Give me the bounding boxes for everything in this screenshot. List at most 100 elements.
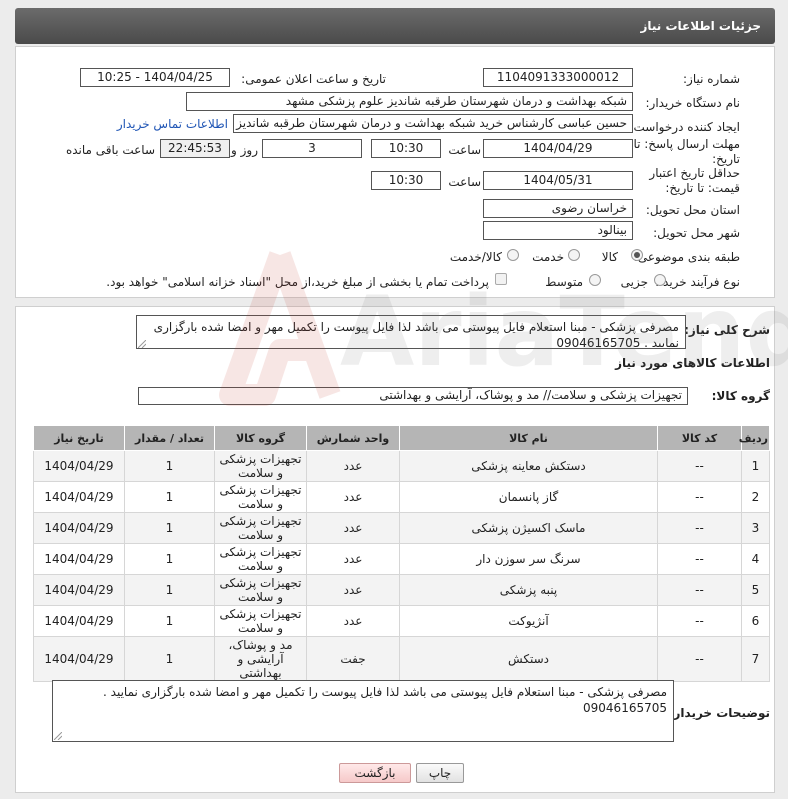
cell-code: -- bbox=[657, 574, 742, 606]
cell-name: دستکش bbox=[399, 636, 658, 682]
page-header: جزئیات اطلاعات نیاز bbox=[15, 8, 775, 44]
cell-name: دستکش معاینه پزشکی bbox=[399, 450, 658, 482]
cell-group: تجهیزات پزشکی و سلامت bbox=[214, 574, 307, 606]
cell-row: 1 bbox=[741, 450, 770, 482]
cell-qty: 1 bbox=[124, 450, 215, 482]
price-deadline-label: حداقل تاریخ اعتبار قیمت: تا تاریخ: bbox=[649, 166, 740, 195]
category-service-label: خدمت bbox=[532, 250, 564, 264]
col-qty: تعداد / مقدار bbox=[124, 425, 215, 451]
need-number-field: 1104091333000012 bbox=[483, 68, 633, 87]
requester-label: ایجاد کننده درخواست: bbox=[629, 120, 740, 134]
cell-unit: عدد bbox=[306, 543, 400, 575]
need-number-label: شماره نیاز: bbox=[683, 72, 740, 86]
summary-text: مصرفی پزشکی - مبنا استعلام فایل پیوستی م… bbox=[153, 320, 679, 349]
cell-row: 3 bbox=[741, 512, 770, 544]
cell-date: 1404/04/29 bbox=[33, 481, 125, 513]
cell-qty: 1 bbox=[124, 481, 215, 513]
cell-group: تجهیزات پزشکی و سلامت bbox=[214, 543, 307, 575]
cell-group: مد و پوشاک، آرایشی و بهداشتی bbox=[214, 636, 307, 682]
col-group: گروه کالا bbox=[214, 425, 307, 451]
days-field: 3 bbox=[262, 139, 362, 158]
purchase-type-label: نوع فرآیند خرید : bbox=[655, 275, 740, 289]
category-goods-radio[interactable] bbox=[631, 249, 643, 261]
table-row: 7 -- دستکش جفت مد و پوشاک، آرایشی و بهدا… bbox=[33, 636, 770, 682]
summary-textarea: مصرفی پزشکی - مبنا استعلام فایل پیوستی م… bbox=[136, 315, 686, 349]
cell-code: -- bbox=[657, 512, 742, 544]
cell-code: -- bbox=[657, 636, 742, 682]
province-field: خراسان رضوی bbox=[483, 199, 633, 218]
cell-group: تجهیزات پزشکی و سلامت bbox=[214, 512, 307, 544]
city-field: بینالود bbox=[483, 221, 633, 240]
cell-row: 5 bbox=[741, 574, 770, 606]
purchase-medium-label: متوسط bbox=[545, 275, 583, 289]
table-row: 5 -- پنبه پزشکی عدد تجهیزات پزشکی و سلام… bbox=[33, 574, 770, 606]
purchase-medium-radio[interactable] bbox=[589, 274, 601, 286]
goods-group-label: گروه کالا: bbox=[711, 389, 770, 403]
cell-row: 7 bbox=[741, 636, 770, 682]
cell-code: -- bbox=[657, 450, 742, 482]
reply-deadline-label: مهلت ارسال پاسخ: تا تاریخ: bbox=[633, 137, 740, 166]
price-time-label: ساعت bbox=[448, 175, 481, 189]
cell-name: پنبه پزشکی bbox=[399, 574, 658, 606]
summary-resize-icon bbox=[138, 340, 146, 348]
cell-name: آنژیوکت bbox=[399, 605, 658, 637]
reply-time-label: ساعت bbox=[448, 143, 481, 157]
cell-date: 1404/04/29 bbox=[33, 605, 125, 637]
cell-qty: 1 bbox=[124, 636, 215, 682]
goods-section-title: اطلاعات کالاهای مورد نیاز bbox=[615, 356, 770, 370]
city-label: شهر محل تحویل: bbox=[653, 226, 740, 240]
cell-qty: 1 bbox=[124, 574, 215, 606]
col-row: ردیف bbox=[739, 425, 770, 451]
cell-row: 2 bbox=[741, 481, 770, 513]
table-row: 4 -- سرنگ سر سوزن دار عدد تجهیزات پزشکی … bbox=[33, 543, 770, 575]
cell-date: 1404/04/29 bbox=[33, 574, 125, 606]
category-both-label: کالا/خدمت bbox=[449, 250, 502, 264]
back-button[interactable]: بازگشت bbox=[339, 763, 411, 783]
buyer-org-label: نام دستگاه خریدار: bbox=[645, 96, 741, 110]
category-both-radio[interactable] bbox=[507, 249, 519, 261]
table-row: 3 -- ماسک اکسیژن پزشکی عدد تجهیزات پزشکی… bbox=[33, 512, 770, 544]
price-date-field: 1404/05/31 bbox=[483, 171, 633, 190]
cell-unit: جفت bbox=[306, 636, 400, 682]
treasury-note: پرداخت تمام یا بخشی از مبلغ خرید،از محل … bbox=[106, 275, 489, 289]
col-name: نام کالا bbox=[399, 425, 658, 451]
cell-name: گاز پانسمان bbox=[399, 481, 658, 513]
buyer-notes-text: مصرفی پزشکی - مبنا استعلام فایل پیوستی م… bbox=[103, 685, 667, 715]
cell-group: تجهیزات پزشکی و سلامت bbox=[214, 481, 307, 513]
category-service-radio[interactable] bbox=[568, 249, 580, 261]
table-row: 6 -- آنژیوکت عدد تجهیزات پزشکی و سلامت 1… bbox=[33, 605, 770, 637]
buyer-contact-link[interactable]: اطلاعات تماس خریدار bbox=[117, 117, 228, 131]
cell-code: -- bbox=[657, 543, 742, 575]
buyer-notes-label: توضیحات خریدار: bbox=[668, 706, 770, 720]
cell-qty: 1 bbox=[124, 512, 215, 544]
cell-group: تجهیزات پزشکی و سلامت bbox=[214, 605, 307, 637]
reply-time-field: 10:30 bbox=[371, 139, 441, 158]
goods-group-field: تجهیزات پزشکی و سلامت// مد و پوشاک، آرای… bbox=[138, 387, 688, 405]
buyer-org-field: شبکه بهداشت و درمان شهرستان طرقبه شاندیز… bbox=[186, 92, 633, 111]
table-row: 1 -- دستکش معاینه پزشکی عدد تجهیزات پزشک… bbox=[33, 450, 770, 482]
province-label: استان محل تحویل: bbox=[645, 203, 740, 217]
page-title: جزئیات اطلاعات نیاز bbox=[640, 19, 761, 33]
announce-field: 1404/04/25 - 10:25 bbox=[80, 68, 230, 87]
cell-name: سرنگ سر سوزن دار bbox=[399, 543, 658, 575]
remaining-label: ساعت باقی مانده bbox=[65, 143, 155, 157]
cell-date: 1404/04/29 bbox=[33, 512, 125, 544]
purchase-partial-label: جزیی bbox=[620, 275, 648, 289]
treasury-checkbox[interactable] bbox=[495, 273, 507, 285]
cell-date: 1404/04/29 bbox=[33, 636, 125, 682]
print-button[interactable]: چاپ bbox=[416, 763, 464, 783]
cell-unit: عدد bbox=[306, 605, 400, 637]
col-code: کد کالا bbox=[657, 425, 742, 451]
purchase-partial-radio[interactable] bbox=[654, 274, 666, 286]
cell-group: تجهیزات پزشکی و سلامت bbox=[214, 450, 307, 482]
cell-row: 4 bbox=[741, 543, 770, 575]
buyer-notes-textarea: مصرفی پزشکی - مبنا استعلام فایل پیوستی م… bbox=[52, 680, 674, 742]
cell-code: -- bbox=[657, 481, 742, 513]
cell-unit: عدد bbox=[306, 574, 400, 606]
cell-unit: عدد bbox=[306, 512, 400, 544]
cell-date: 1404/04/29 bbox=[33, 450, 125, 482]
cell-row: 6 bbox=[741, 605, 770, 637]
price-time-field: 10:30 bbox=[371, 171, 441, 190]
category-label: طبقه بندی موضوعی: bbox=[633, 250, 740, 264]
col-date: تاریخ نیاز bbox=[33, 425, 125, 451]
